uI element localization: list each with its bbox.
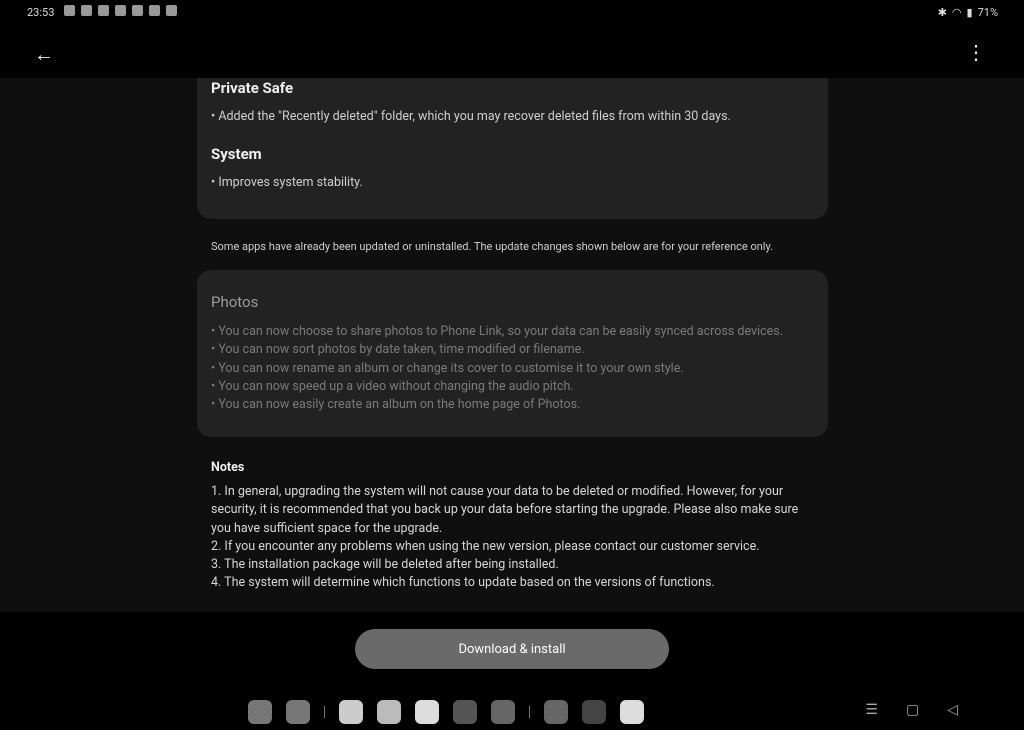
photos-item: • You can now easily create an album on … xyxy=(211,397,581,413)
clock: 23:53 xyxy=(27,6,55,19)
update-details[interactable]: Private Safe • Added the "Recently delet… xyxy=(0,78,1024,612)
back-nav-icon[interactable]: ◁ xyxy=(947,702,958,718)
photos-card: Photos • You can now choose to share pho… xyxy=(197,270,828,437)
notes-section: Notes 1. In general, upgrading the syste… xyxy=(211,460,821,593)
dock-divider xyxy=(324,706,325,718)
navigation-bar: ☰ ▢ ◁ xyxy=(865,702,958,718)
camera-icon[interactable] xyxy=(415,700,439,724)
changes-card: Private Safe • Added the "Recently delet… xyxy=(197,78,828,219)
chrome-icon[interactable] xyxy=(377,700,401,724)
battery-level: 71% xyxy=(977,6,998,19)
back-button[interactable]: ← xyxy=(34,42,54,67)
messages-icon[interactable] xyxy=(339,700,363,724)
note-item: 3. The installation package will be dele… xyxy=(211,557,559,573)
games-icon[interactable] xyxy=(582,700,606,724)
photos-item: • You can now choose to share photos to … xyxy=(211,324,784,339)
home-icon[interactable]: ▢ xyxy=(906,702,919,718)
section-item: • Added the "Recently deleted" folder, w… xyxy=(211,109,731,124)
status-bar: 23:53 ✱ ◠ ▮ 71% xyxy=(0,0,1024,24)
recents-icon[interactable]: ☰ xyxy=(865,702,878,718)
battery-icon: ▮ xyxy=(966,6,973,19)
reference-note: Some apps have already been updated or u… xyxy=(211,240,774,253)
bottom-area: Download & install ☰ ▢ ◁ xyxy=(0,612,1024,730)
more-options-button[interactable]: ⋮ xyxy=(966,40,986,64)
bluetooth-icon: ✱ xyxy=(937,6,947,19)
photos-item: • You can now sort photos by date taken,… xyxy=(211,342,585,358)
section-title: System xyxy=(211,145,262,163)
google-icon[interactable] xyxy=(620,700,644,724)
note-item: 4. The system will determine which funct… xyxy=(211,575,715,591)
note-item: 2. If you encounter any problems when us… xyxy=(211,538,760,554)
dock-divider xyxy=(529,706,530,718)
wifi-icon: ◠ xyxy=(951,6,962,19)
note-item: 1. In general, upgrading the system will… xyxy=(211,484,799,536)
gallery-icon[interactable] xyxy=(453,700,477,724)
taskbar-dock xyxy=(248,700,644,724)
notification-icons xyxy=(64,5,177,16)
photos-item: • You can now speed up a video without c… xyxy=(211,378,574,394)
app-bar: ← ⋮ xyxy=(0,24,1024,78)
section-item: • Improves system stability. xyxy=(211,175,363,190)
settings-icon[interactable] xyxy=(491,700,515,724)
notes-title: Notes xyxy=(211,460,245,475)
app-drawer-icon[interactable] xyxy=(248,700,272,724)
photos-title: Photos xyxy=(211,293,259,311)
section-title: Private Safe xyxy=(211,79,294,97)
photos-item: • You can now rename an album or change … xyxy=(211,360,684,376)
download-install-button[interactable]: Download & install xyxy=(355,629,669,669)
cloud-icon[interactable] xyxy=(544,700,568,724)
file-manager-icon[interactable] xyxy=(286,700,310,724)
